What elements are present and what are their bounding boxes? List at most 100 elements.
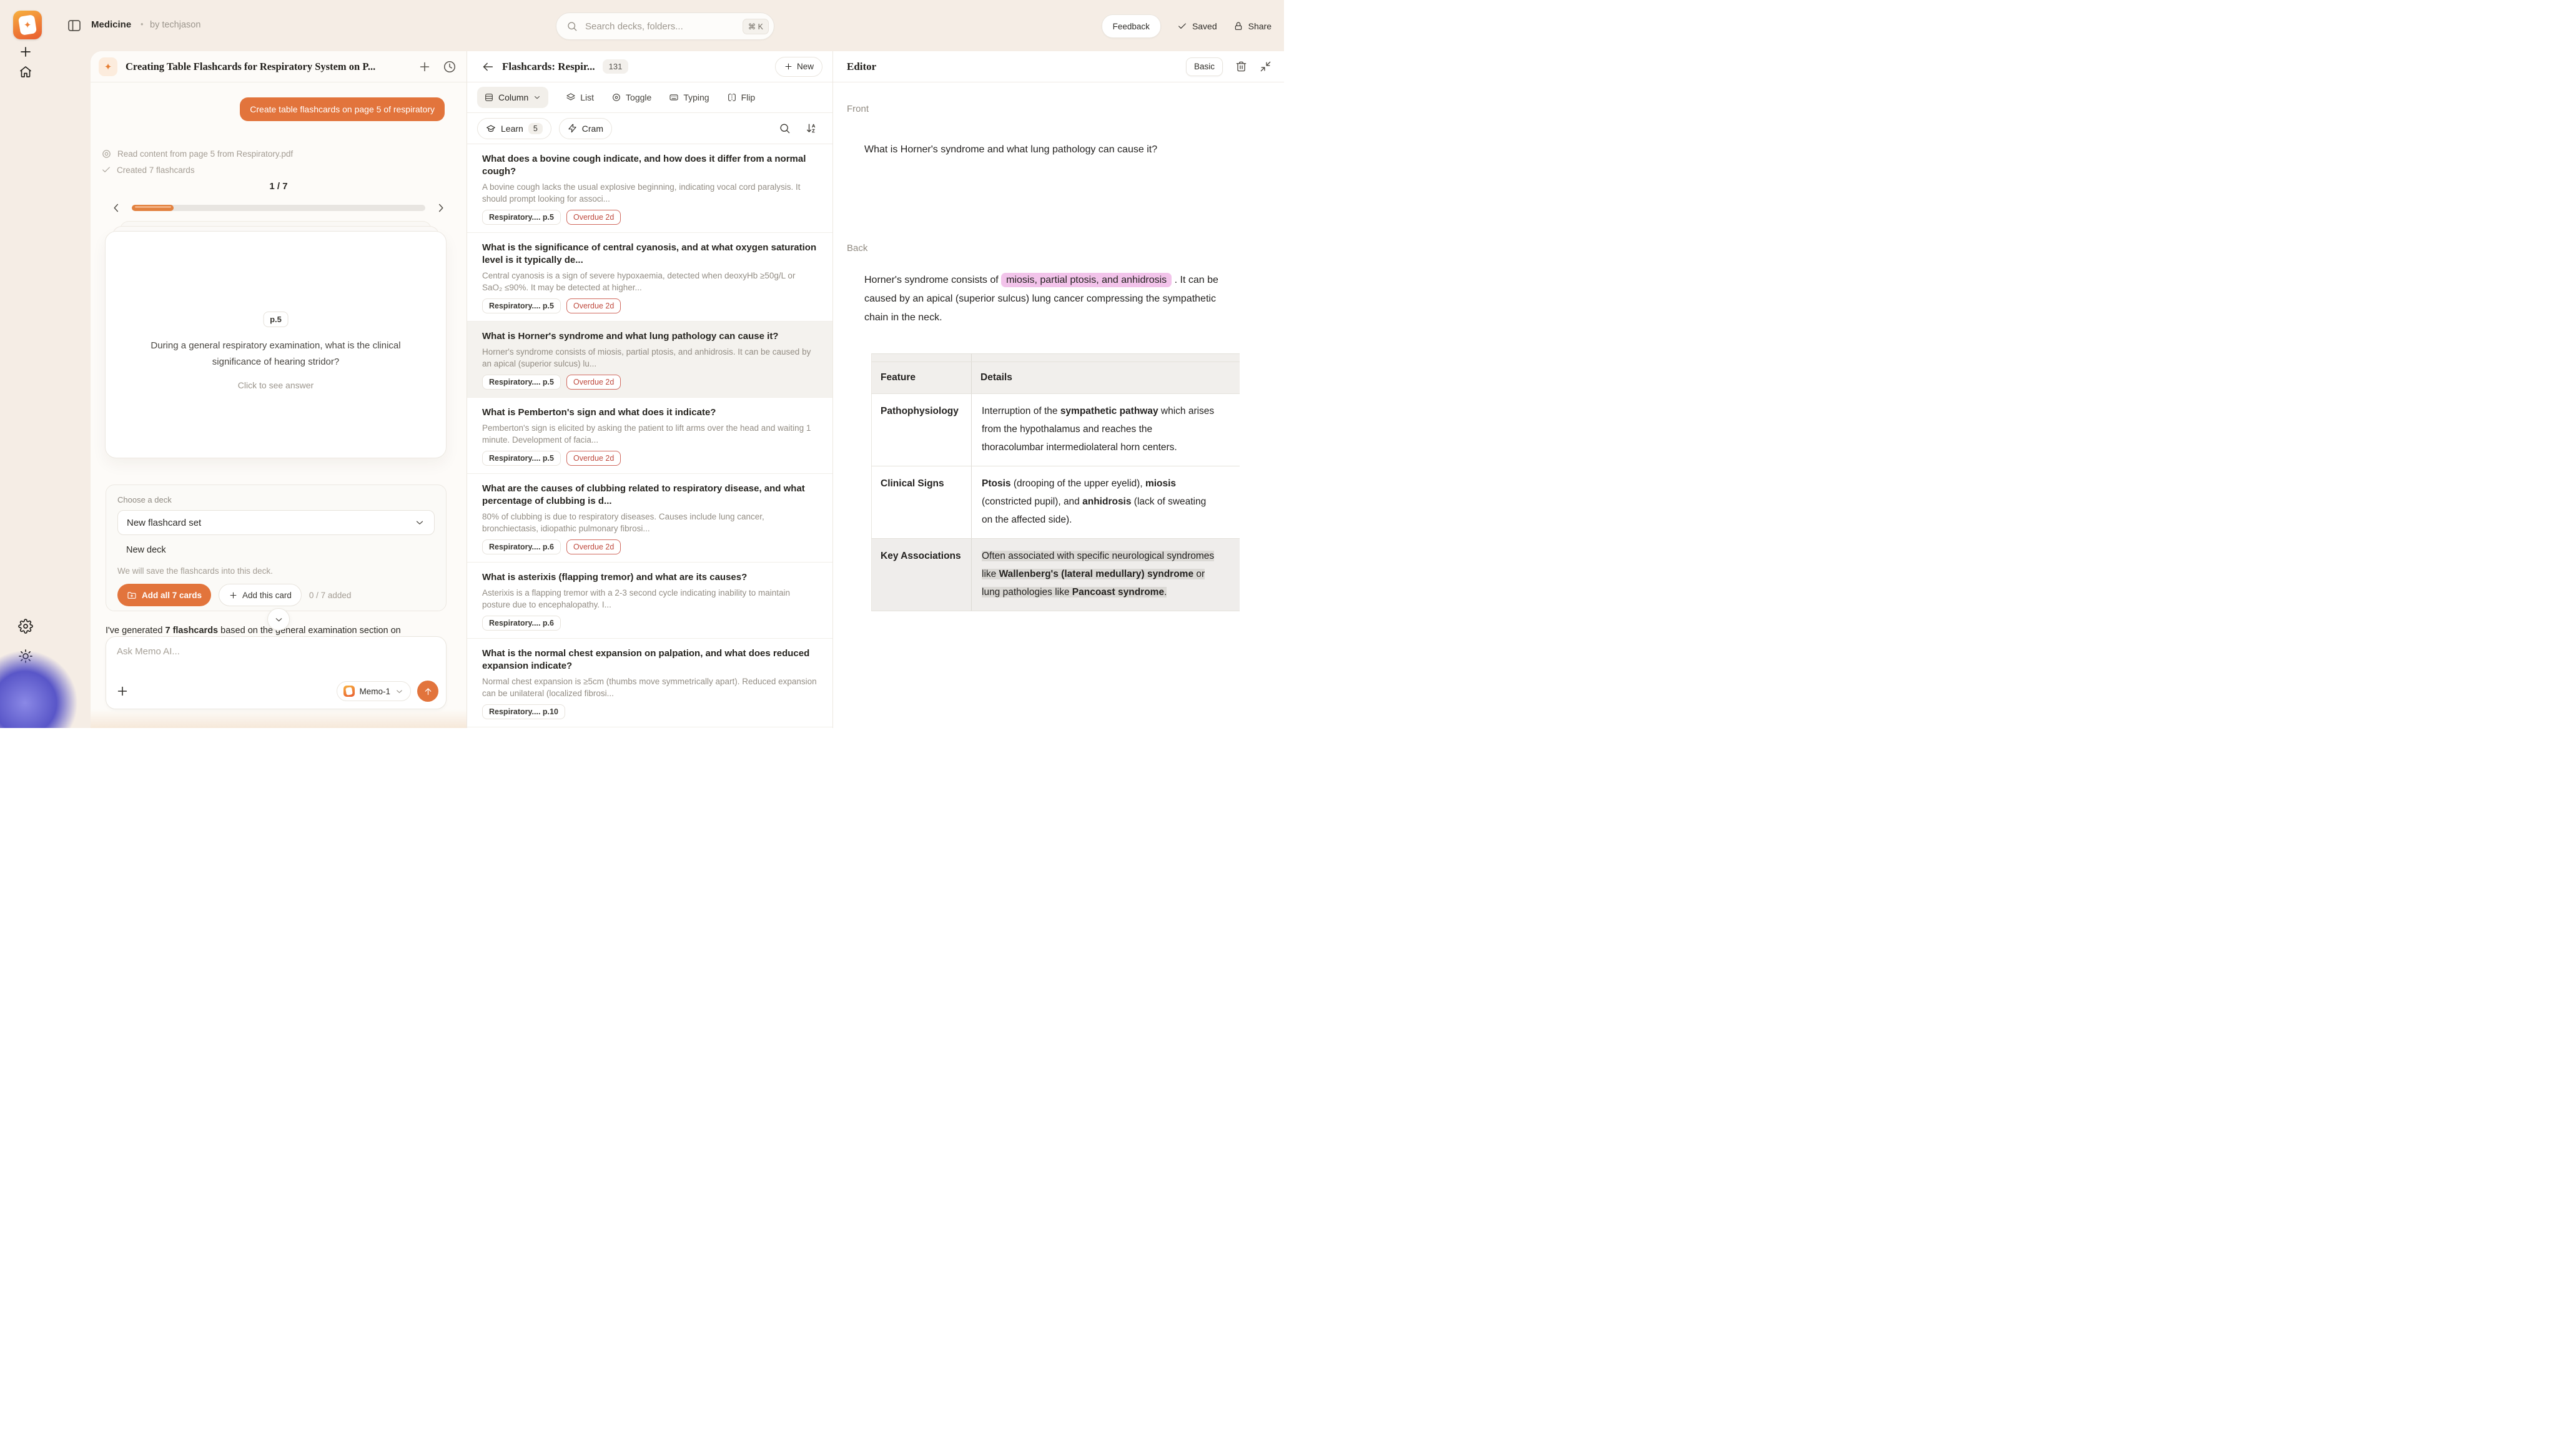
theme-toggle-button[interactable] <box>18 649 33 664</box>
view-tab-toggle[interactable]: Toggle <box>611 92 651 102</box>
minimize-icon <box>1260 61 1272 72</box>
new-card-button[interactable]: New <box>775 57 822 77</box>
chevron-down-icon <box>274 614 284 625</box>
deck-picker-label: Choose a deck <box>117 495 435 504</box>
chat-input-placeholder: Ask Memo AI... <box>117 646 180 657</box>
share-button[interactable]: Share <box>1233 21 1272 31</box>
chevron-right-icon <box>434 201 448 215</box>
flashcard-preview[interactable]: p.5 During a general respiratory examina… <box>105 231 447 458</box>
plus-icon <box>784 62 793 71</box>
learn-button[interactable]: Learn 5 <box>477 118 551 139</box>
carousel-position: 1 / 7 <box>91 181 467 192</box>
source-tag: Respiratory.... p.5 <box>482 298 561 313</box>
plus-icon <box>116 684 129 698</box>
table-header-row: Feature Details <box>872 362 1240 394</box>
source-tag: Respiratory.... p.5 <box>482 375 561 390</box>
home-icon <box>18 64 33 79</box>
chevron-down-icon <box>395 687 404 696</box>
view-tab-typing[interactable]: Typing <box>669 92 709 102</box>
arrow-left-icon <box>481 60 495 74</box>
flashcard-question: What is the significance of central cyan… <box>482 242 817 267</box>
table-details-cell: Often associated with specific neurologi… <box>972 539 1240 611</box>
scroll-to-bottom-button[interactable] <box>267 608 290 631</box>
table-feature-cell: Clinical Signs <box>881 478 944 489</box>
table-row-key-associations: Key Associations Often associated with s… <box>872 539 1240 611</box>
flashcard-row[interactable]: What does a bovine cough indicate, and h… <box>467 144 832 233</box>
table-row-pathophysiology: Pathophysiology Interruption of the symp… <box>872 394 1240 466</box>
search-shortcut-chip: ⌘ K <box>743 19 769 34</box>
table-header-details: Details <box>972 362 1240 394</box>
source-tag: Respiratory.... p.6 <box>482 616 561 631</box>
global-search[interactable]: ⌘ K <box>556 12 774 40</box>
flashcard-row[interactable]: What is Horner's syndrome and what lung … <box>467 322 832 398</box>
add-this-card-button[interactable]: Add this card <box>219 584 302 606</box>
table-details-cell: Interruption of the sympathetic pathway … <box>972 394 1240 466</box>
cram-button[interactable]: Cram <box>559 118 612 139</box>
back-editor-field[interactable]: Horner's syndrome consists of miosis, pa… <box>864 271 1225 327</box>
deck-select[interactable]: New flashcard set <box>117 510 435 535</box>
table-feature-cell: Key Associations <box>881 551 961 561</box>
table-details-cell: Ptosis (drooping of the upper eyelid), m… <box>972 466 1240 539</box>
overdue-badge: Overdue 2d <box>566 210 621 225</box>
search-input[interactable] <box>584 21 743 32</box>
flashcard-answer-preview: 80% of clubbing is due to respiratory di… <box>482 511 817 534</box>
flashcard-answer-preview: Pemberton's sign is elicited by asking t… <box>482 422 817 446</box>
deck-option-new-deck[interactable]: New deck <box>126 545 435 555</box>
view-tab-column[interactable]: Column <box>477 87 548 108</box>
collapse-panel-button[interactable] <box>1260 61 1272 72</box>
deck-helper-text: We will save the flashcards into this de… <box>117 566 435 576</box>
card-type-button[interactable]: Basic <box>1186 57 1223 76</box>
check-icon <box>101 165 111 175</box>
delete-card-button[interactable] <box>1235 61 1247 72</box>
flashcard-row[interactable]: What is asterixis (flapping tremor) and … <box>467 563 832 639</box>
carousel-next-button[interactable] <box>434 201 448 215</box>
new-item-button[interactable] <box>18 44 33 59</box>
flashcard-row[interactable]: What is the normal chest expansion on pa… <box>467 639 832 727</box>
carousel-prev-button[interactable] <box>109 201 123 215</box>
send-button[interactable] <box>417 681 438 702</box>
flashcard-answer-preview: Normal chest expansion is ≥5cm (thumbs m… <box>482 676 817 699</box>
flashcard-row[interactable]: What are the causes of clubbing related … <box>467 474 832 563</box>
model-selector[interactable]: Memo-1 <box>337 681 411 701</box>
editor-panel: Editor Basic Front What is Horner's synd… <box>833 51 1284 728</box>
attach-button[interactable] <box>116 684 129 698</box>
home-button[interactable] <box>18 64 33 79</box>
source-tag: Respiratory.... p.5 <box>482 451 561 466</box>
back-button[interactable] <box>481 60 495 74</box>
carousel-progressbar[interactable] <box>132 205 425 211</box>
toggle-view-icon <box>611 92 621 102</box>
workspace-title[interactable]: Medicine <box>91 19 131 30</box>
chat-input-box[interactable]: Ask Memo AI... Memo-1 <box>106 636 447 709</box>
settings-button[interactable] <box>18 619 33 634</box>
app-logo[interactable]: ✦ <box>13 11 42 39</box>
chat-title: Creating Table Flashcards for Respirator… <box>126 61 375 73</box>
saved-status[interactable]: Saved <box>1177 21 1217 31</box>
view-tab-flip[interactable]: Flip <box>727 92 756 102</box>
user-avatar[interactable] <box>13 680 37 704</box>
preview-question: During a general respiratory examination… <box>134 338 418 370</box>
sort-az-icon[interactable]: AZ <box>806 122 817 134</box>
feedback-button[interactable]: Feedback <box>1102 14 1161 38</box>
trash-icon <box>1235 61 1247 72</box>
sun-icon <box>18 649 33 664</box>
flashcard-question: What is asterixis (flapping tremor) and … <box>482 571 817 584</box>
step-read-content: Read content from page 5 from Respirator… <box>101 149 293 159</box>
layers-icon <box>566 92 576 102</box>
new-chat-button[interactable] <box>418 60 432 74</box>
column-view-icon <box>484 92 494 102</box>
flip-view-icon <box>727 92 737 102</box>
flashcard-row[interactable]: What is the significance of central cyan… <box>467 233 832 322</box>
flashcard-answer-preview: Central cyanosis is a sign of severe hyp… <box>482 270 817 293</box>
front-editor-field[interactable]: What is Horner's syndrome and what lung … <box>864 141 1252 159</box>
svg-text:A: A <box>812 124 815 129</box>
view-tab-list[interactable]: List <box>566 92 594 102</box>
chat-history-button[interactable] <box>443 60 457 74</box>
assistant-panel: ✦ Creating Table Flashcards for Respirat… <box>91 51 467 728</box>
sidebar-toggle-icon[interactable] <box>67 18 82 33</box>
flashcard-row[interactable]: What is Pemberton's sign and what does i… <box>467 398 832 474</box>
page-badge: p.5 <box>263 312 289 327</box>
svg-text:Z: Z <box>812 129 815 134</box>
add-all-cards-button[interactable]: Add all 7 cards <box>117 584 211 606</box>
search-icon[interactable] <box>779 122 791 134</box>
card-count-badge: 131 <box>603 59 629 74</box>
